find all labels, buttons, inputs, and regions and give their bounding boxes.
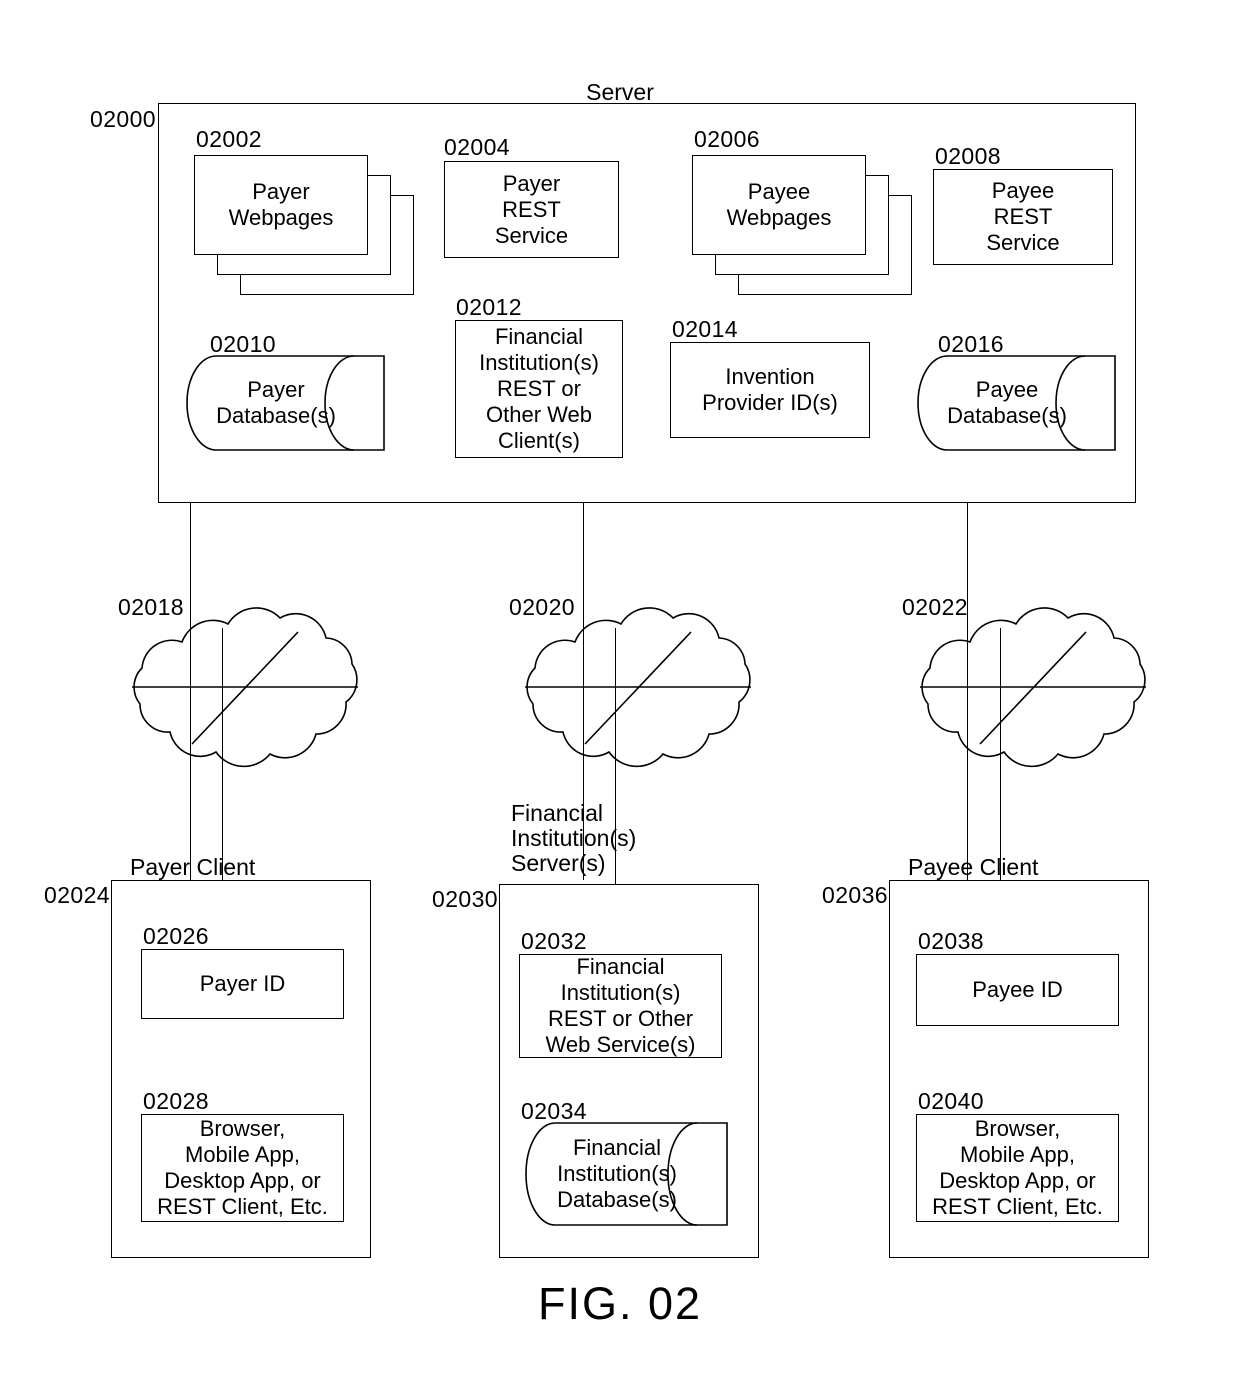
payee-client-ref: 02036 bbox=[822, 882, 888, 908]
fi-database-cylinder[interactable] bbox=[525, 1122, 729, 1226]
payee-client-apps-box[interactable]: Browser, Mobile App, Desktop App, or RES… bbox=[916, 1114, 1119, 1222]
invention-provider-id-box[interactable]: Invention Provider ID(s) bbox=[670, 342, 870, 438]
payee-client-apps-ref: 02040 bbox=[918, 1088, 984, 1114]
payee-id-box[interactable]: Payee ID bbox=[916, 954, 1119, 1026]
fi-web-service-box[interactable]: Financial Institution(s) REST or Other W… bbox=[519, 954, 722, 1058]
payer-client-apps-ref: 02028 bbox=[143, 1088, 209, 1114]
fi-server-ref: 02030 bbox=[432, 886, 498, 912]
fi-web-service-ref: 02032 bbox=[521, 928, 587, 954]
payee-rest-service-box[interactable]: Payee REST Service bbox=[933, 169, 1113, 265]
payer-webpages-ref: 02002 bbox=[196, 126, 262, 152]
network-2-label: Financial Institution(s) Server(s) bbox=[511, 800, 637, 876]
payer-client-apps-box[interactable]: Browser, Mobile App, Desktop App, or RES… bbox=[141, 1114, 344, 1222]
connector-network-3-to-payee-client bbox=[1000, 628, 1001, 880]
figure-title: FIG. 02 bbox=[537, 1278, 703, 1329]
connector-network-1-through bbox=[190, 625, 191, 880]
payer-database-ref: 02010 bbox=[210, 331, 276, 357]
network-cloud-2[interactable] bbox=[513, 602, 763, 772]
payer-id-ref: 02026 bbox=[143, 923, 209, 949]
server-title: Server bbox=[586, 79, 654, 105]
payer-rest-service-ref: 02004 bbox=[444, 134, 510, 160]
connector-network-3-through bbox=[967, 625, 968, 880]
network-cloud-1[interactable] bbox=[120, 602, 370, 772]
payee-webpages-ref: 02006 bbox=[694, 126, 760, 152]
payee-client-title: Payee Client bbox=[908, 854, 1039, 880]
patent-figure-sheet: Server 02000 02002 Payer Webpages 02004 … bbox=[0, 0, 1240, 1384]
connector-network-1-to-payer-client bbox=[222, 628, 223, 880]
payee-database-cylinder[interactable] bbox=[917, 355, 1117, 451]
payer-webpages-stack[interactable]: Payer Webpages bbox=[194, 155, 414, 300]
payer-database-cylinder[interactable] bbox=[186, 355, 386, 451]
network-cloud-3[interactable] bbox=[908, 602, 1158, 772]
payer-client-ref: 02024 bbox=[44, 882, 110, 908]
fi-rest-client-box[interactable]: Financial Institution(s) REST or Other W… bbox=[455, 320, 623, 458]
payee-rest-service-ref: 02008 bbox=[935, 143, 1001, 169]
payee-webpages-label: Payee Webpages bbox=[692, 155, 866, 255]
payee-id-ref: 02038 bbox=[918, 928, 984, 954]
payee-database-ref: 02016 bbox=[938, 331, 1004, 357]
fi-rest-client-ref: 02012 bbox=[456, 294, 522, 320]
invention-provider-id-ref: 02014 bbox=[672, 316, 738, 342]
fi-database-ref: 02034 bbox=[521, 1098, 587, 1124]
payer-id-box[interactable]: Payer ID bbox=[141, 949, 344, 1019]
payer-client-title: Payer Client bbox=[130, 854, 256, 880]
payer-rest-service-box[interactable]: Payer REST Service bbox=[444, 161, 619, 258]
server-ref-numeral: 02000 bbox=[90, 106, 156, 132]
payee-webpages-stack[interactable]: Payee Webpages bbox=[692, 155, 912, 300]
payer-webpages-label: Payer Webpages bbox=[194, 155, 368, 255]
